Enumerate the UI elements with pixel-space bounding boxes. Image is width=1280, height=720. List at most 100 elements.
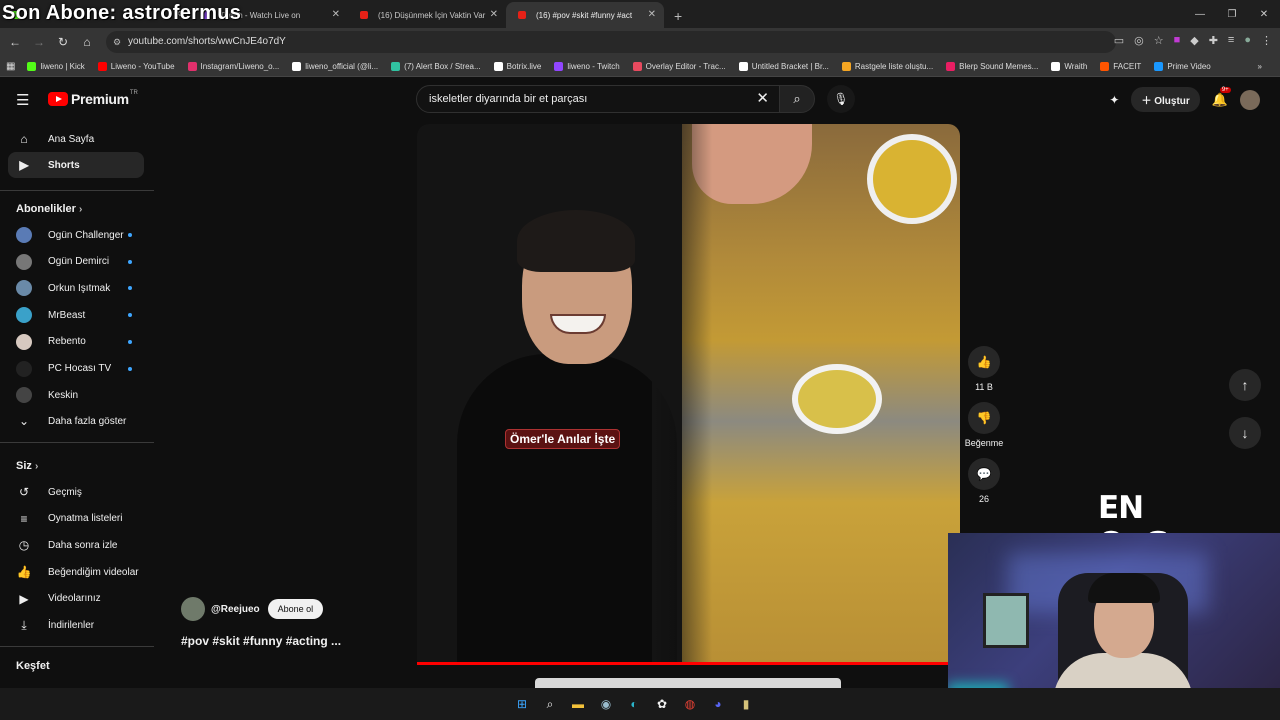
kebab-menu-icon[interactable]: ⋮ [1261,34,1272,47]
channel-avatar [16,253,32,270]
sidebar-item-like[interactable]: 👍 Beğendiğim videolar [8,559,144,585]
you-heading[interactable]: Siz › [16,460,38,472]
bookmark-item[interactable]: Instagram/Liweno_o... [187,61,279,71]
search-button[interactable]: ⌕ [779,85,815,113]
arrow-up-icon: ↑ [1241,377,1249,393]
bookmark-item[interactable]: Blerp Sound Memes... [946,61,1038,71]
sidebar-item-home[interactable]: ⌂ Ana Sayfa [8,126,144,152]
apps-grid-icon[interactable]: ▦ [6,61,15,72]
video-progress-bar[interactable] [417,662,960,665]
like-button[interactable]: 👍 [968,346,1000,378]
notifications-icon[interactable]: 🔔 9+ [1212,86,1231,108]
profile-icon[interactable]: ● [1244,34,1251,47]
bookmark-item[interactable]: liweno - Twitch [554,61,620,71]
back-icon[interactable]: ← [3,35,27,49]
clear-search-icon[interactable]: ✕ [756,86,769,112]
eye-off-icon[interactable]: ◎ [1134,34,1144,47]
bookmark-item[interactable]: Wraith [1051,61,1087,71]
bookmark-label: Overlay Editor - Trac... [645,61,726,71]
explore-heading: Keşfet [16,660,50,672]
bookmark-item[interactable]: Botrix.live [493,61,541,71]
puzzle-icon[interactable]: ✚ [1209,34,1218,47]
bookmark-item[interactable]: Untitled Bracket | Br... [738,61,829,71]
customize-icon[interactable]: ✦ [1109,93,1119,107]
menu-list-icon[interactable]: ≡ [1228,34,1234,47]
edge-icon[interactable]: ◐ [624,694,644,714]
voice-search-icon[interactable]: 🎙 [827,85,855,113]
sidebar-item-download[interactable]: ⤓ İndirilenler [8,613,144,639]
bookmark-item[interactable]: Prime Video [1154,61,1211,71]
close-window-icon[interactable]: ✕ [1248,9,1280,20]
restore-icon[interactable]: ❐ [1216,9,1248,20]
more-bookmarks-icon[interactable]: » [1258,62,1262,71]
search-input[interactable]: iskeletler diyarında bir et parçası ✕ [416,85,780,113]
sidebar-subscription-item[interactable]: Keskin [8,382,144,408]
menu-icon[interactable]: ☰ [16,91,29,109]
account-avatar[interactable] [1240,89,1260,110]
sidebar-subscription-item[interactable]: PC Hocası TV [8,356,144,382]
discord-icon[interactable]: ◕ [708,694,728,714]
windows-taskbar: ⊞ ⌕ ▬ ◉ ◐ ✿ ◍ ◕ ▮ [0,688,1280,720]
app-icon[interactable]: ▮ [736,694,756,714]
short-title[interactable]: #pov #skit #funny #acting ... [181,634,341,648]
show-more-button[interactable]: ⌄ Daha fazla göster [8,408,144,434]
new-tab-icon[interactable]: + [664,8,692,28]
youtube-premium-logo[interactable]: Premium TR [48,90,138,107]
bookmark-item[interactable]: liweno | Kick [27,61,85,71]
shorts-video-player[interactable]: Ömer'le Anılar İşte [417,124,960,665]
sidebar-item-video[interactable]: ▶ Videolarınız [8,586,144,612]
forward-icon[interactable]: → [27,35,51,49]
sidebar-item-shorts[interactable]: ▶ Shorts [8,152,144,178]
bookmark-item[interactable]: FACEIT [1100,61,1141,71]
windows-start-icon[interactable]: ⊞ [512,694,532,714]
sidebar-item-playlist[interactable]: ≡ Oynatma listeleri [8,506,144,532]
close-tab-icon[interactable]: ✕ [332,9,340,20]
file-explorer-icon[interactable]: ▬ [568,694,588,714]
logo-region: TR [129,90,138,96]
reload-icon[interactable]: ↻ [51,35,75,49]
channel-avatar[interactable] [181,597,205,621]
minimize-icon[interactable]: — [1184,9,1216,20]
channel-handle[interactable]: @Reejueo [211,604,260,615]
home-browser-icon[interactable]: ⌂ [75,35,99,49]
dislike-button[interactable]: 👎 [968,402,1000,434]
url-field[interactable]: ⚙ youtube.com/shorts/wwCnJE4o7dY [106,31,1116,53]
comments-button[interactable]: 💬 [968,458,1000,490]
sidebar-subscription-item[interactable]: Rebento [8,329,144,355]
extension-icon[interactable]: ■ [1174,34,1181,47]
next-short-button[interactable]: ↓ [1229,417,1261,449]
bookmark-item[interactable]: (7) Alert Box / Strea... [391,61,481,71]
sidebar-item-label: Keskin [48,389,79,401]
bookmark-item[interactable]: Liweno - YouTube [97,61,175,71]
cast-icon[interactable]: ▭ [1114,34,1124,47]
sidebar-subscription-item[interactable]: Ogün Challenger [8,222,144,248]
chevron-right-icon: › [34,461,39,472]
sidebar-item-history[interactable]: ↺ Geçmiş [8,479,144,505]
sidebar-subscription-item[interactable]: Orkun Işıtmak [8,275,144,301]
subscriptions-heading[interactable]: Abonelikler › [16,203,82,215]
bookmark-label: liweno - Twitch [567,61,620,71]
taskbar-search-icon[interactable]: ⌕ [540,694,560,714]
bookmark-item[interactable]: liweno_official (@li... [292,61,378,71]
channel-avatar [16,360,32,377]
bookmark-label: Rastgele liste oluştu... [854,61,934,71]
close-tab-icon[interactable]: ✕ [490,9,498,20]
extension-icon[interactable]: ◆ [1190,34,1198,47]
browser-tab[interactable]: (16) Düşünmek İçin Vaktin Var ✕ [348,2,506,28]
subscribe-button[interactable]: Abone ol [267,599,324,619]
close-tab-icon[interactable]: ✕ [648,9,656,20]
bookmark-item[interactable]: Rastgele liste oluştu... [841,61,934,71]
bookmark-label: Prime Video [1167,61,1211,71]
sidebar-subscription-item[interactable]: MrBeast [8,302,144,328]
star-icon[interactable]: ☆ [1154,34,1164,47]
create-button[interactable]: ＋ Oluştur [1131,87,1200,112]
bookmark-item[interactable]: Overlay Editor - Trac... [632,61,726,71]
sidebar-item-clock[interactable]: ◷ Daha sonra izle [8,532,144,558]
previous-short-button[interactable]: ↑ [1229,369,1261,401]
openai-icon[interactable]: ✿ [652,694,672,714]
sidebar-subscription-item[interactable]: Ogün Demirci [8,249,144,275]
chrome-icon[interactable]: ◍ [680,694,700,714]
browser-tab-active[interactable]: (16) #pov #skit #funny #act ✕ [506,2,664,28]
steam-icon[interactable]: ◉ [596,694,616,714]
site-info-icon[interactable]: ⚙ [113,31,121,53]
